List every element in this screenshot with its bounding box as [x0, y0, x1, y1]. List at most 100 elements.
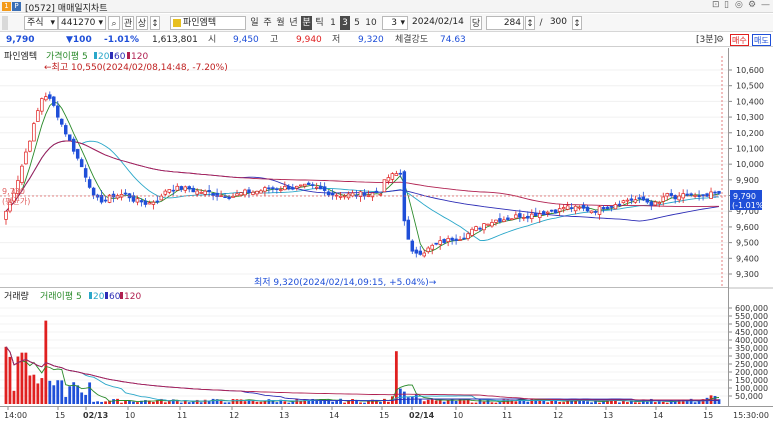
- current-price: 9,790: [6, 35, 35, 45]
- volume-bar: [28, 375, 32, 404]
- period-day[interactable]: 일: [249, 16, 260, 30]
- volume-bar: [52, 385, 56, 404]
- volume-bar: [343, 402, 346, 404]
- count-input[interactable]: 284: [486, 16, 524, 30]
- volume-bar: [12, 390, 16, 404]
- count-stepper-icon[interactable]: ↕: [525, 16, 535, 30]
- candle-body: [259, 190, 263, 194]
- volume-bar: [426, 399, 430, 404]
- candle-body: [223, 196, 227, 198]
- volume-bar: [450, 398, 454, 404]
- volume-bar: [645, 401, 649, 404]
- price-chart[interactable]: 파인엠텍 가격이평 5 20 60 120 ←최고 10,550(2024/02…: [0, 48, 728, 288]
- stock-name-field[interactable]: 파인엠텍: [170, 16, 246, 30]
- menu-handle[interactable]: [2, 16, 8, 30]
- volume-chart[interactable]: 거래량 거래이평 5 20 60 120: [0, 290, 728, 406]
- volume-bar: [422, 401, 426, 404]
- candle-body: [163, 190, 168, 195]
- interval-5[interactable]: 5: [352, 16, 362, 30]
- minimize-icon[interactable]: —: [761, 0, 770, 10]
- candle-body: [56, 105, 60, 118]
- moving-average-line: [5, 140, 720, 241]
- y-tick-label: 10,000: [736, 160, 764, 169]
- interval-select[interactable]: 3 ▾: [382, 16, 408, 30]
- current-price-tag-value: 9,790: [733, 192, 756, 201]
- pin-icon[interactable]: P: [12, 2, 21, 11]
- candle-body: [239, 192, 243, 196]
- x-tick-label: 12: [553, 411, 563, 420]
- candle-body: [151, 201, 156, 205]
- candle-body: [494, 219, 498, 223]
- buy-button[interactable]: 매수: [730, 34, 749, 46]
- candle-body: [143, 200, 148, 205]
- volume-bar: [231, 399, 235, 404]
- candle-body: [20, 165, 24, 183]
- candle-body: [573, 205, 578, 212]
- period-minute[interactable]: 분: [301, 16, 312, 30]
- chevron-down-icon: ▾: [50, 18, 55, 28]
- period-tick[interactable]: 틱: [314, 16, 325, 30]
- candle-body: [135, 198, 140, 203]
- x-tick-label: 14: [653, 411, 663, 420]
- volume-bar: [398, 388, 402, 404]
- interval-3[interactable]: 3: [340, 16, 350, 30]
- ranking-button[interactable]: 상: [136, 16, 148, 30]
- moving-average-line: [5, 140, 719, 212]
- volume-chart-canvas: 거래량 거래이평 5 20 60 120: [0, 290, 728, 404]
- restore-icon[interactable]: ⊡: [712, 0, 720, 10]
- stepper-icon[interactable]: ↕: [150, 16, 160, 30]
- search-icon[interactable]: ⌕: [108, 16, 120, 30]
- period-week[interactable]: 주: [262, 16, 273, 30]
- x-axis: 14:00 15 02/13 10 11 12 13 14 15 02/14 10 11 12 13 14 1…: [0, 406, 773, 421]
- circle-icon[interactable]: ◎: [735, 0, 743, 10]
- volume-bar: [383, 398, 386, 404]
- sell-button[interactable]: 매도: [752, 34, 771, 46]
- volume-bar: [203, 399, 207, 404]
- stock-code-value: 441270: [61, 18, 96, 28]
- candle-body: [28, 140, 32, 152]
- candle-body: [295, 185, 299, 189]
- legend-ma-title-text: 가격이평: [46, 50, 79, 62]
- volume-bar: [661, 401, 665, 404]
- quote-bar: 9,790 ▼100 -1.01% 1,613,801 시 9,450 고 9,…: [0, 33, 773, 47]
- market-select[interactable]: 주식 ▾: [24, 16, 58, 30]
- interval-1[interactable]: 1: [328, 16, 338, 30]
- volume-bar: [590, 402, 593, 404]
- low-annotation: 최저 9,320(2024/02/14,09:15, +5.04%)→: [254, 277, 437, 288]
- today-button[interactable]: 당: [470, 16, 482, 30]
- candle-body: [52, 96, 56, 106]
- candle-body: [243, 189, 247, 196]
- candle-body: [306, 182, 311, 185]
- candle-body: [474, 226, 478, 231]
- y-tick-label: 10,300: [736, 113, 764, 122]
- candle-body: [649, 201, 654, 206]
- candle-body: [577, 206, 582, 209]
- stock-code-input[interactable]: 441270 ▾: [58, 16, 106, 30]
- moving-average-line: [5, 140, 720, 222]
- candle-body: [506, 217, 510, 220]
- volume-bar: [462, 400, 466, 404]
- candle-body: [458, 239, 462, 241]
- period-month[interactable]: 월: [275, 16, 286, 30]
- candle-body: [318, 185, 323, 190]
- candle-body: [629, 198, 634, 201]
- interval-10[interactable]: 10: [364, 16, 378, 30]
- window-icon[interactable]: ▯: [724, 0, 729, 10]
- volume-bar: [151, 401, 155, 404]
- candle-body: [251, 191, 255, 195]
- volume-bar: [618, 402, 621, 404]
- settings-icon[interactable]: ⚙: [716, 33, 724, 47]
- candle-body: [569, 207, 574, 209]
- volume-bar: [259, 401, 263, 404]
- x-tick-label: 11: [502, 411, 512, 420]
- date-field[interactable]: 2024/02/14: [410, 16, 468, 30]
- current-price-tag-change: (-1.01%): [732, 201, 767, 210]
- candle-body: [446, 238, 450, 242]
- volume-bar: [494, 402, 498, 404]
- candle-body: [418, 250, 423, 255]
- period-year[interactable]: 년: [288, 16, 299, 30]
- total-stepper-icon[interactable]: ↕: [572, 16, 582, 30]
- volume-bar: [191, 401, 195, 404]
- related-button[interactable]: 관: [122, 16, 134, 30]
- gear-icon[interactable]: ⚙: [748, 0, 756, 10]
